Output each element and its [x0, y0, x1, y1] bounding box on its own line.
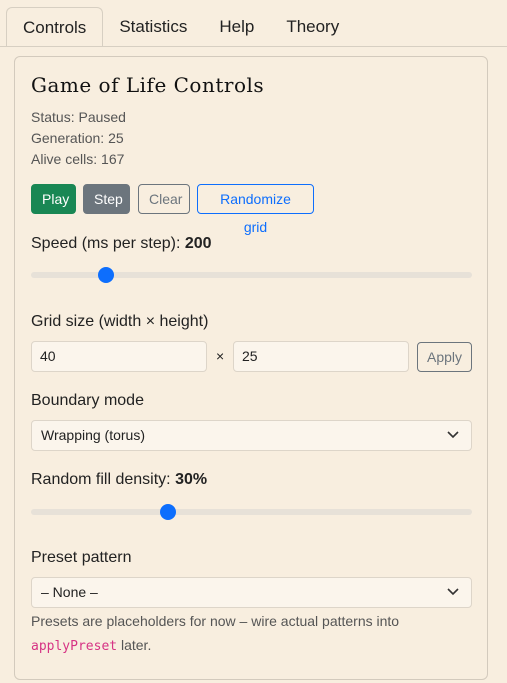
preset-help-before: Presets are placeholders for now – wire …: [31, 613, 400, 629]
preset-pattern-value: – None –: [41, 584, 98, 600]
tab-bar: Controls Statistics Help Theory: [6, 7, 507, 47]
preset-pattern-select[interactable]: – None –: [31, 577, 472, 608]
generation-value: 25: [108, 130, 124, 146]
grid-size-label: Grid size (width × height): [31, 313, 209, 330]
status-label: Status:: [31, 109, 75, 125]
grid-height-input[interactable]: 25: [233, 341, 409, 372]
alive-cells-value: 167: [101, 151, 125, 167]
alive-cells-label: Alive cells:: [31, 151, 98, 167]
boundary-mode-label: Boundary mode: [31, 392, 144, 409]
density-slider[interactable]: [31, 504, 472, 520]
controls-panel: Game of Life Controls Status: Paused Gen…: [14, 56, 488, 680]
grid-width-input[interactable]: 40: [31, 341, 207, 372]
play-button[interactable]: Play: [31, 184, 76, 214]
boundary-mode-value: Wrapping (torus): [41, 427, 146, 443]
panel-title: Game of Life Controls: [31, 73, 265, 97]
alive-cells-line: Alive cells: 167: [31, 151, 124, 167]
tab-help[interactable]: Help: [203, 7, 270, 47]
speed-label: Speed (ms per step): 200: [31, 235, 212, 253]
tab-statistics[interactable]: Statistics: [103, 7, 203, 47]
status-value: Paused: [78, 109, 126, 125]
generation-line: Generation: 25: [31, 130, 124, 146]
preset-pattern-label: Preset pattern: [31, 549, 132, 566]
times-sign: ×: [216, 348, 225, 364]
randomize-grid-button[interactable]: Randomize grid: [197, 184, 314, 235]
speed-slider[interactable]: [31, 267, 472, 283]
speed-slider-thumb[interactable]: [97, 267, 114, 283]
speed-label-text: Speed (ms per step):: [31, 235, 181, 252]
step-button[interactable]: Step: [83, 184, 130, 214]
tab-divider: [0, 46, 507, 47]
apply-grid-button[interactable]: Apply: [417, 342, 472, 372]
preset-help-text: Presets are placeholders for now – wire …: [31, 609, 471, 659]
tab-controls[interactable]: Controls: [6, 7, 104, 47]
boundary-mode-select[interactable]: Wrapping (torus): [31, 420, 472, 451]
generation-label: Generation:: [31, 130, 105, 146]
density-label-text: Random fill density:: [31, 471, 171, 488]
density-value: 30%: [175, 471, 208, 488]
chevron-down-icon: [447, 421, 459, 460]
preset-help-after: later.: [120, 637, 152, 653]
speed-value: 200: [184, 235, 212, 252]
tab-theory[interactable]: Theory: [270, 7, 355, 47]
clear-button[interactable]: Clear: [138, 184, 190, 214]
preset-help-code: applyPreset: [31, 639, 118, 654]
density-label: Random fill density: 30%: [31, 471, 207, 489]
density-slider-thumb[interactable]: [159, 504, 176, 520]
status-line: Status: Paused: [31, 109, 126, 125]
